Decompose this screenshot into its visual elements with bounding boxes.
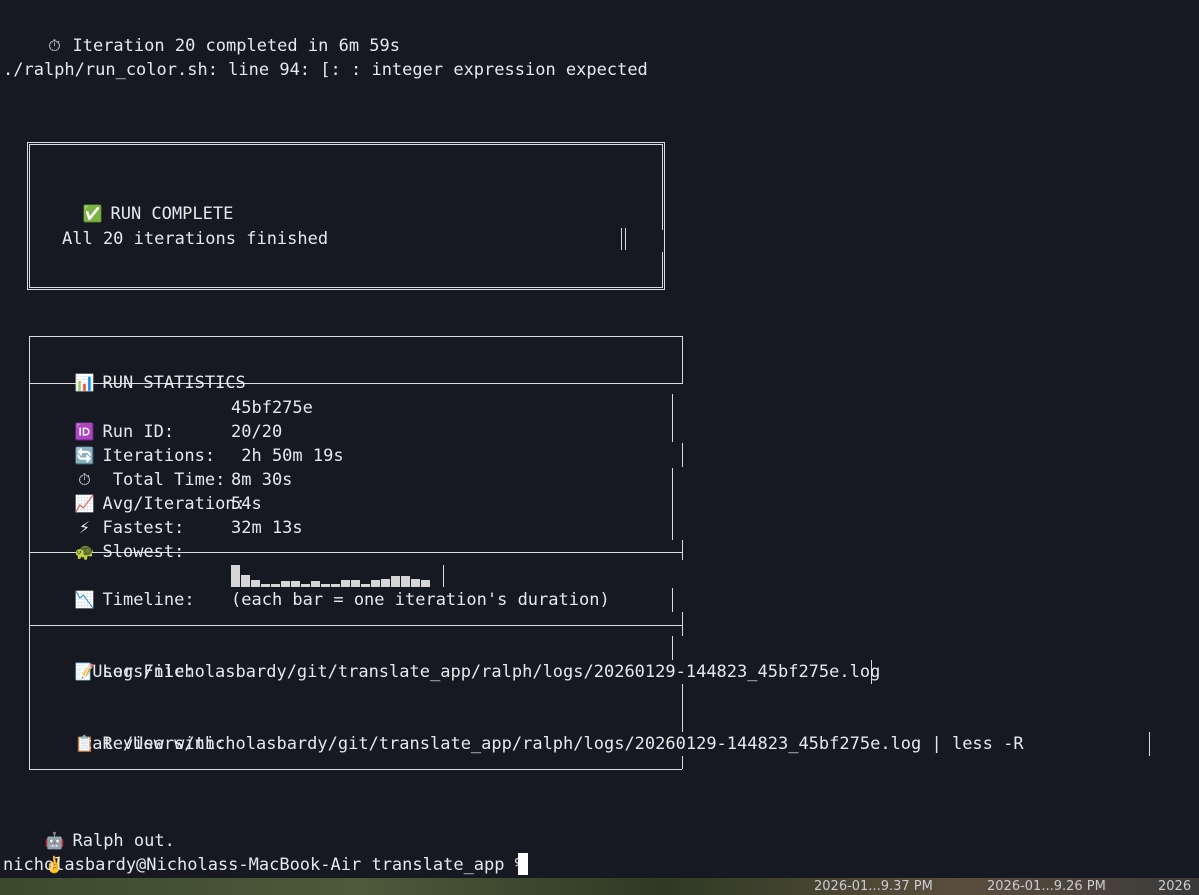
timeline-bar — [401, 576, 410, 587]
robot-icon: 🤖 — [44, 831, 65, 850]
stat-row-slowest: 🐢 Slowest: — [54, 516, 185, 564]
stat-value: 8m 30s — [231, 470, 293, 490]
script-error-line: ./ralph/run_color.sh: line 94: [: : inte… — [3, 60, 648, 80]
timeline-bar — [241, 575, 250, 587]
timeline-end-marker — [443, 565, 444, 587]
box-right-edge — [682, 684, 683, 732]
desktop-file-label[interactable]: 2026 — [1158, 879, 1191, 894]
box-right-edge — [682, 612, 683, 636]
log-file-path[interactable]: /Users/nicholasbardy/git/translate_app/r… — [82, 660, 880, 684]
timeline-label: Timeline: — [102, 590, 195, 610]
box-right-edge — [672, 468, 673, 540]
shell-prompt[interactable]: nicholasbardy@Nicholass-MacBook-Air tran… — [3, 853, 535, 877]
timeline-bar — [391, 576, 400, 587]
timeline-bar — [281, 581, 290, 587]
timeline-bar — [321, 584, 330, 587]
box-right-edge — [1149, 732, 1150, 756]
stats-log-divider — [29, 625, 683, 626]
timeline-bar — [231, 565, 240, 587]
check-mark-icon: ✅ — [82, 204, 103, 223]
signoff-text: Ralph out. — [72, 831, 175, 851]
box-border-gap — [656, 230, 664, 252]
timeline-bar — [381, 579, 390, 587]
run-complete-subtitle: All 20 iterations finished — [62, 229, 329, 249]
box-right-edge — [672, 394, 673, 442]
stat-value: 54s — [231, 494, 262, 514]
stat-value: 2h 50m 19s — [231, 446, 344, 466]
timeline-bar — [371, 580, 380, 587]
desktop-file-label[interactable]: 2026-01...9.26 PM — [987, 879, 1106, 894]
timeline-bar — [421, 580, 430, 587]
box-edge-marker — [621, 228, 626, 250]
timeline-bar — [311, 581, 320, 587]
timeline-bar — [271, 584, 280, 587]
run-statistics-title: RUN STATISTICS — [102, 373, 246, 393]
chart-decreasing-icon: 📉 — [74, 590, 95, 609]
stopwatch-icon: ⏱ — [48, 36, 61, 55]
box-right-edge — [672, 588, 673, 612]
stat-value: 32m 13s — [231, 518, 303, 538]
iteration-status-text: Iteration 20 completed in 6m 59s — [72, 36, 400, 56]
stat-label: Slowest: — [102, 542, 185, 562]
stat-value: 45bf275e — [231, 398, 313, 418]
timeline-note: (each bar = one iteration's duration) — [231, 590, 610, 610]
timeline-bar — [361, 584, 370, 587]
box-right-edge — [682, 540, 683, 560]
timeline-bar — [301, 584, 310, 587]
turtle-icon: 🐢 — [74, 542, 95, 561]
desktop-file-label[interactable]: 2026-01...9.37 PM — [814, 879, 933, 894]
timeline-sparkline — [231, 565, 430, 587]
run-complete-title: RUN COMPLETE — [110, 204, 234, 224]
stat-value: 20/20 — [231, 422, 283, 442]
timeline-bar — [351, 580, 360, 587]
timeline-bar — [411, 579, 420, 587]
run-statistics-title-row: 📊 RUN STATISTICS — [54, 347, 246, 395]
terminal-cursor — [518, 853, 528, 875]
box-right-edge — [682, 443, 683, 467]
timeline-row: 📉 Timeline: — [54, 564, 195, 612]
box-right-edge — [672, 636, 673, 660]
run-complete-title-row: ✅ RUN COMPLETE — [62, 178, 234, 226]
timeline-bar — [261, 584, 270, 587]
timeline-bar — [341, 580, 350, 587]
iteration-status-line: ⏱ Iteration 20 completed in 6m 59s — [24, 10, 400, 58]
timeline-bar — [291, 581, 300, 587]
timeline-bar — [251, 580, 260, 587]
timeline-bar — [331, 584, 340, 587]
box-right-edge — [682, 336, 683, 384]
review-command[interactable]: cat /Users/nicholasbardy/git/translate_a… — [82, 732, 1024, 756]
bar-chart-icon: 📊 — [74, 373, 95, 392]
box-right-edge — [682, 756, 683, 769]
